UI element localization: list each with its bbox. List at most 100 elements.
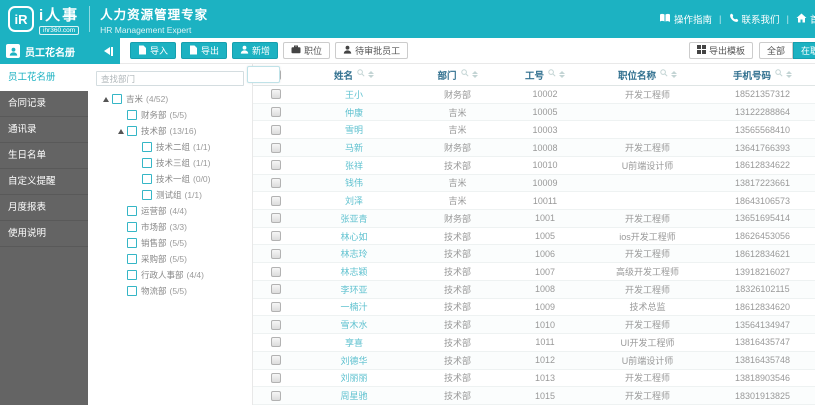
tree-node-checkbox[interactable] — [127, 126, 137, 136]
toolbar-button-导入[interactable]: 导入 — [130, 42, 177, 59]
sidebar-item-6[interactable]: 月度报表 — [0, 195, 88, 221]
column-header-工号[interactable]: 工号 — [505, 68, 585, 82]
tree-node-checkbox[interactable] — [127, 110, 137, 120]
export-template-button[interactable]: 导出模板 — [688, 42, 753, 59]
tree-node-技术二组[interactable]: 技术二组 (1/1) — [88, 139, 252, 155]
tree-node-运营部[interactable]: 运营部 (4/4) — [88, 203, 252, 219]
row-checkbox[interactable] — [270, 266, 281, 277]
row-checkbox[interactable] — [270, 177, 281, 188]
cell-name[interactable]: 林志颖 — [298, 265, 410, 278]
row-checkbox[interactable] — [270, 248, 281, 259]
cell-name[interactable]: 刘德华 — [298, 354, 410, 367]
cell-name[interactable]: 林心如 — [298, 230, 410, 243]
cell-name[interactable]: 王小 — [298, 88, 410, 101]
cell-name[interactable]: 刘泽 — [298, 194, 410, 207]
tree-node-采购部[interactable]: 采购部 (5/5) — [88, 251, 252, 267]
search-icon[interactable] — [660, 69, 668, 80]
tree-node-checkbox[interactable] — [142, 158, 152, 168]
cell-name[interactable]: 仲康 — [298, 106, 410, 119]
table-filter-input[interactable] — [247, 66, 280, 83]
cell-name[interactable]: 雪木水 — [298, 318, 410, 331]
sidebar-item-5[interactable]: 自定义提醒 — [0, 169, 88, 195]
tree-node-财务部[interactable]: 财务部 (5/5) — [88, 107, 252, 123]
tree-node-checkbox[interactable] — [127, 254, 137, 264]
sort-icon[interactable] — [559, 71, 565, 78]
tree-node-技术一组[interactable]: 技术一组 (0/0) — [88, 171, 252, 187]
tree-node-市场部[interactable]: 市场部 (3/3) — [88, 219, 252, 235]
column-header-姓名[interactable]: 姓名 — [298, 68, 410, 82]
cell-name[interactable]: 林志玲 — [298, 247, 410, 260]
sidebar-item-2[interactable]: 合同记录 — [0, 91, 88, 117]
tree-node-checkbox[interactable] — [142, 142, 152, 152]
row-checkbox[interactable] — [270, 390, 281, 401]
row-checkbox[interactable] — [270, 355, 281, 366]
toolbar-button-待审批员工[interactable]: 待审批员工 — [335, 42, 409, 59]
cell-name[interactable]: 钱伟 — [298, 176, 410, 189]
row-checkbox[interactable] — [270, 231, 281, 242]
department-search-input[interactable] — [96, 71, 244, 86]
topbar-link-2[interactable]: 联系我们 — [729, 12, 780, 26]
tree-node-吉米[interactable]: 吉米 (4/52) — [88, 91, 252, 107]
row-checkbox[interactable] — [270, 301, 281, 312]
tree-node-测试组[interactable]: 测试组 (1/1) — [88, 187, 252, 203]
column-header-职位名称[interactable]: 职位名称 — [585, 68, 710, 82]
search-icon[interactable] — [775, 69, 783, 80]
row-checkbox[interactable] — [270, 213, 281, 224]
row-checkbox[interactable] — [270, 107, 281, 118]
row-checkbox[interactable] — [270, 142, 281, 153]
cell-name[interactable]: 李环亚 — [298, 283, 410, 296]
row-checkbox[interactable] — [270, 160, 281, 171]
sidebar-item-3[interactable]: 通讯录 — [0, 117, 88, 143]
cell-name[interactable]: 享喜 — [298, 336, 410, 349]
tree-node-行政人事部[interactable]: 行政人事部 (4/4) — [88, 267, 252, 283]
topbar-link-3[interactable]: 首页 — [796, 12, 815, 26]
tree-node-checkbox[interactable] — [112, 94, 122, 104]
filter-active-button[interactable]: 在职 — [792, 42, 815, 59]
sidebar-item-7[interactable]: 使用说明 — [0, 221, 88, 247]
column-header-手机号码[interactable]: 手机号码 — [710, 68, 815, 82]
collapse-sidebar-icon[interactable] — [104, 46, 113, 56]
search-icon[interactable] — [357, 69, 365, 80]
cell-name[interactable]: 一楠汁 — [298, 300, 410, 313]
cell-name[interactable]: 周星驰 — [298, 389, 410, 402]
sort-icon[interactable] — [671, 71, 677, 78]
sort-icon[interactable] — [786, 71, 792, 78]
row-checkbox[interactable] — [270, 337, 281, 348]
tree-node-checkbox[interactable] — [142, 174, 152, 184]
row-checkbox[interactable] — [270, 372, 281, 383]
topbar-link-1[interactable]: 操作指南 — [659, 12, 712, 26]
cell-name[interactable]: 刘丽丽 — [298, 371, 410, 384]
row-checkbox[interactable] — [270, 284, 281, 295]
tree-node-物流部[interactable]: 物流部 (5/5) — [88, 283, 252, 299]
tree-expand-arrow[interactable] — [100, 96, 112, 102]
cell-name[interactable]: 马新 — [298, 141, 410, 154]
row-checkbox[interactable] — [270, 124, 281, 135]
tree-node-销售部[interactable]: 销售部 (5/5) — [88, 235, 252, 251]
search-icon[interactable] — [548, 69, 556, 80]
filter-all-button[interactable]: 全部 — [758, 42, 793, 59]
tree-node-checkbox[interactable] — [127, 222, 137, 232]
sort-icon[interactable] — [471, 71, 478, 78]
tree-node-技术部[interactable]: 技术部 (13/16) — [88, 123, 252, 139]
cell-name[interactable]: 张祥 — [298, 159, 410, 172]
cell-name[interactable]: 张亚青 — [298, 212, 410, 225]
sidebar-item-4[interactable]: 生日名单 — [0, 143, 88, 169]
row-checkbox[interactable] — [270, 319, 281, 330]
tree-node-checkbox[interactable] — [127, 238, 137, 248]
tree-expand-arrow[interactable] — [115, 128, 127, 134]
sidebar-item-1[interactable]: 员工花名册 — [0, 64, 88, 91]
row-checkbox[interactable] — [270, 195, 281, 206]
tree-node-checkbox[interactable] — [127, 286, 137, 296]
toolbar-button-导出[interactable]: 导出 — [181, 42, 228, 59]
tree-node-checkbox[interactable] — [127, 206, 137, 216]
tree-node-checkbox[interactable] — [127, 270, 137, 280]
column-header-部门[interactable]: 部门 — [410, 68, 505, 82]
search-icon[interactable] — [460, 69, 469, 80]
row-checkbox[interactable] — [270, 89, 281, 100]
toolbar-button-职位[interactable]: 职位 — [283, 42, 331, 59]
sort-icon[interactable] — [368, 71, 374, 78]
toolbar-button-新增[interactable]: 新增 — [232, 42, 279, 59]
cell-name[interactable]: 雪明 — [298, 123, 410, 136]
tree-node-技术三组[interactable]: 技术三组 (1/1) — [88, 155, 252, 171]
tree-node-checkbox[interactable] — [142, 190, 152, 200]
